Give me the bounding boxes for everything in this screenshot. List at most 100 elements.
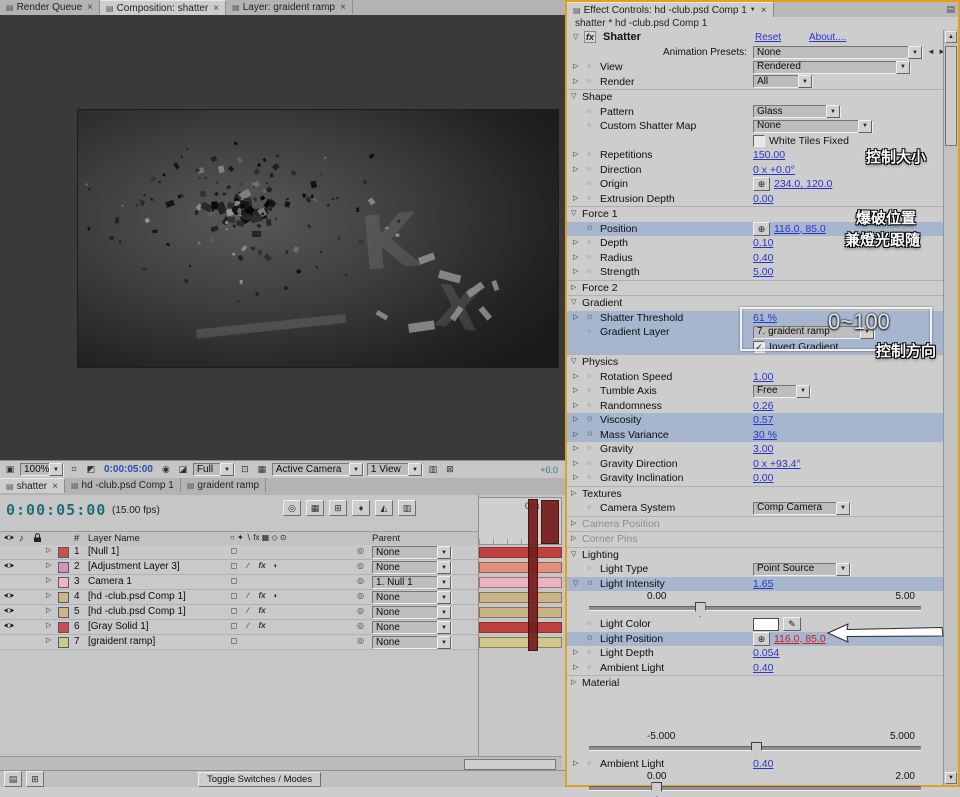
checkbox[interactable] bbox=[753, 135, 765, 147]
slash-switch-icon[interactable]: ∕ bbox=[242, 621, 254, 630]
param-value[interactable]: 1.65 bbox=[753, 577, 773, 592]
param-gravity[interactable]: ▷○Gravity3.00 bbox=[567, 442, 945, 457]
label-color-swatch[interactable] bbox=[58, 547, 69, 558]
chevron-down-icon[interactable]: ▼ bbox=[49, 463, 63, 476]
chevron-down-icon[interactable]: ▼ bbox=[437, 636, 451, 649]
param-render[interactable]: ▷○RenderAll▼ bbox=[567, 75, 945, 90]
previous-preset-icon[interactable]: ◄ bbox=[927, 47, 935, 56]
param-value[interactable]: 116.0, 85.0 bbox=[774, 632, 826, 647]
parent-pickwhip-icon[interactable]: ◎ bbox=[357, 606, 364, 615]
chevron-down-icon[interactable]: ▼ bbox=[750, 7, 756, 13]
param-custom-shatter-map[interactable]: ○Custom Shatter MapNone▼ bbox=[567, 119, 945, 134]
twirl-icon[interactable]: ▷ bbox=[573, 236, 578, 251]
param-origin[interactable]: ○Origin⊕234.0, 120.0 bbox=[567, 177, 945, 192]
param-value[interactable]: 0.00 bbox=[753, 192, 773, 207]
parent-pickwhip-icon[interactable]: ◎ bbox=[357, 546, 364, 555]
chevron-down-icon[interactable]: ▼ bbox=[826, 105, 840, 118]
box-switch-icon[interactable]: ◻ bbox=[228, 636, 240, 645]
param-strength[interactable]: ▷○Strength5.00 bbox=[567, 265, 945, 280]
scrollbar-thumb[interactable] bbox=[464, 759, 556, 770]
parent-pickwhip-icon[interactable]: ◎ bbox=[357, 621, 364, 630]
half-switch-icon[interactable]: ◐ bbox=[270, 591, 282, 600]
param-light-type[interactable]: ○Light TypePoint Source▼ bbox=[567, 562, 945, 577]
layer-duration-bar[interactable] bbox=[479, 607, 562, 618]
param-value[interactable]: 0.26 bbox=[753, 399, 773, 414]
expand-layers-icon[interactable]: ▤ bbox=[4, 771, 22, 787]
view-camera-dropdown[interactable]: Active Camera ▼ bbox=[272, 463, 364, 476]
layer-duration-bar[interactable] bbox=[479, 577, 562, 588]
box-switch-icon[interactable]: ◻ bbox=[228, 546, 240, 555]
box-switch-icon[interactable]: ◻ bbox=[228, 561, 240, 570]
layer-duration-bar[interactable] bbox=[479, 547, 562, 558]
chevron-down-icon[interactable]: ▼ bbox=[796, 385, 810, 398]
twirl-icon[interactable]: ▽ bbox=[573, 577, 578, 592]
param-randomness[interactable]: ▷○Randomness0.26 bbox=[567, 399, 945, 414]
tab-graident-ramp[interactable]: ▤graident ramp bbox=[181, 478, 266, 492]
param-value[interactable]: 234.0, 120.0 bbox=[774, 177, 832, 192]
twirl-icon[interactable]: ▽ bbox=[571, 207, 576, 222]
reset-link[interactable]: Reset bbox=[755, 32, 781, 43]
timeline-current-time[interactable]: 0:00:05:00 bbox=[6, 501, 106, 519]
transparency-grid-icon[interactable]: ▦ bbox=[255, 463, 269, 476]
box-switch-icon[interactable]: ◻ bbox=[228, 621, 240, 630]
param-value[interactable]: 0 x +0.0° bbox=[753, 163, 795, 178]
show-snapshot-icon[interactable]: ◪ bbox=[176, 463, 190, 476]
parent-pickwhip-icon[interactable]: ◎ bbox=[357, 561, 364, 570]
dropdown-render[interactable]: All▼ bbox=[753, 75, 813, 88]
twirl-icon[interactable]: ▷ bbox=[573, 384, 578, 399]
parent-dropdown[interactable]: 1. Null 1▼ bbox=[372, 576, 452, 589]
vertical-scrollbar[interactable]: ▲ ▼ bbox=[943, 30, 958, 785]
param-value[interactable]: 0.40 bbox=[753, 251, 773, 266]
param-value[interactable]: 116.0, 85.0 bbox=[774, 222, 826, 237]
animation-presets-dropdown[interactable]: None ▼ bbox=[753, 46, 923, 59]
tab-shatter[interactable]: ▤shatter× bbox=[0, 478, 65, 493]
param-mass-variance[interactable]: ▷⊙Mass Variance30 % bbox=[567, 428, 945, 443]
chevron-down-icon[interactable]: ▼ bbox=[349, 463, 363, 476]
chevron-down-icon[interactable]: ▼ bbox=[798, 75, 812, 88]
view-layout-dropdown[interactable]: 1 View ▼ bbox=[367, 463, 423, 476]
magnification-icon[interactable]: ▣ bbox=[3, 463, 17, 476]
group-textures[interactable]: ▷Textures bbox=[567, 486, 945, 502]
dropdown-pattern[interactable]: Glass▼ bbox=[753, 105, 841, 118]
param-pattern[interactable]: ○PatternGlass▼ bbox=[567, 105, 945, 120]
group-material[interactable]: ▷Material bbox=[567, 675, 945, 691]
safe-areas-icon[interactable]: ⌗ bbox=[67, 463, 81, 476]
twirl-icon[interactable]: ▷ bbox=[573, 399, 578, 414]
twirl-icon[interactable]: ▷ bbox=[573, 163, 578, 178]
param-gravity-direction[interactable]: ▷○Gravity Direction0 x +93.4° bbox=[567, 457, 945, 472]
chevron-down-icon[interactable]: ▼ bbox=[220, 463, 234, 476]
tab-layer-graident-ramp[interactable]: ▤Layer: graident ramp× bbox=[226, 0, 353, 14]
live-update-icon[interactable]: ◎ bbox=[283, 500, 301, 516]
twirl-icon[interactable]: ▷ bbox=[571, 517, 576, 532]
twirl-icon[interactable]: ▷ bbox=[571, 487, 576, 502]
box-switch-icon[interactable]: ◻ bbox=[228, 591, 240, 600]
zoom-dropdown[interactable]: 100% ▼ bbox=[20, 463, 64, 476]
param-viscosity[interactable]: ▷⊙Viscosity0.57 bbox=[567, 413, 945, 428]
draft-3d-icon[interactable]: ▦ bbox=[306, 500, 324, 516]
param-value[interactable]: 0.00 bbox=[753, 471, 773, 486]
dropdown-tumble-axis[interactable]: Free▼ bbox=[753, 385, 811, 398]
time-navigator-icon[interactable]: ⊞ bbox=[26, 771, 44, 787]
param-value[interactable]: 0.40 bbox=[753, 757, 773, 772]
param-ambient-light[interactable]: ▷○Ambient Light0.40 bbox=[567, 661, 945, 676]
twirl-icon[interactable]: ▷ bbox=[573, 457, 578, 472]
time-ruler[interactable]: 00s bbox=[478, 497, 562, 545]
exposure-value[interactable]: +0.0 bbox=[540, 465, 558, 475]
layer-name[interactable]: [Adjustment Layer 3] bbox=[88, 561, 180, 572]
layer-duration-bar[interactable] bbox=[479, 592, 562, 603]
eyedropper-icon[interactable]: ✎ bbox=[783, 617, 801, 631]
layer-row-gray-solid-1[interactable]: ▷6[Gray Solid 1]◻∕fx◎None▼ bbox=[0, 620, 478, 635]
dropdown-light-type[interactable]: Point Source▼ bbox=[753, 563, 851, 576]
box-switch-icon[interactable]: ◻ bbox=[228, 576, 240, 585]
stopwatch-icon[interactable]: ⊙ bbox=[587, 428, 593, 443]
box-switch-icon[interactable]: ◻ bbox=[228, 606, 240, 615]
param-light-intensity[interactable]: ▽⊙Light Intensity1.65 bbox=[567, 577, 945, 592]
close-icon[interactable]: × bbox=[761, 5, 767, 16]
motion-blur-icon[interactable]: ◭ bbox=[375, 500, 393, 516]
chevron-down-icon[interactable]: ▼ bbox=[437, 591, 451, 604]
parent-dropdown[interactable]: None▼ bbox=[372, 636, 452, 649]
param-value[interactable]: 5.00 bbox=[753, 265, 773, 280]
visibility-toggle[interactable] bbox=[3, 561, 15, 573]
stopwatch-icon[interactable]: ⊙ bbox=[587, 311, 593, 326]
slider-track[interactable] bbox=[589, 746, 921, 751]
